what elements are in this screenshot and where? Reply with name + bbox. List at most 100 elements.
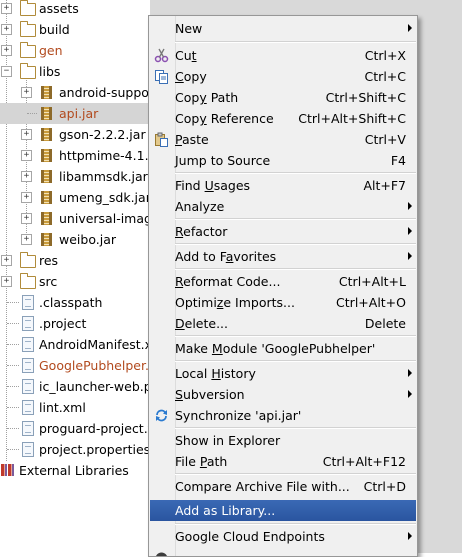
- tree-item-label: android-suppo: [59, 82, 149, 103]
- tree-item-label: gen: [39, 40, 63, 61]
- tree-item-universal-image[interactable]: + universal-image: [0, 208, 150, 229]
- menu-item-shortcut: Ctrl+V: [365, 129, 406, 150]
- menu-item-cut[interactable]: Cut Ctrl+X: [150, 45, 416, 66]
- tree-item-weibo[interactable]: + weibo.jar: [0, 229, 150, 250]
- folder-icon: [20, 45, 36, 58]
- jar-icon: [41, 191, 52, 204]
- menu-item-analyze[interactable]: Analyze: [150, 196, 416, 217]
- tree-item-libammsdk[interactable]: + libammsdk.jar: [0, 166, 150, 187]
- menu-separator: [175, 243, 416, 245]
- menu-item-label: Paste: [175, 129, 209, 150]
- tree-item-label: weibo.jar: [59, 229, 116, 250]
- project-tree[interactable]: + assets + build + gen − libs + android-…: [0, 0, 150, 553]
- tree-item-api-jar[interactable]: api.jar: [0, 103, 150, 124]
- tree-item-android-support[interactable]: + android-suppo: [0, 82, 150, 103]
- menu-item-add-to-favorites[interactable]: Add to Favorites: [150, 246, 416, 267]
- submenu-arrow-icon: [408, 24, 412, 32]
- menu-item-file-path[interactable]: File Path Ctrl+Alt+F12: [150, 451, 416, 472]
- jar-icon: [41, 107, 52, 120]
- menu-item-shortcut: Delete: [365, 313, 406, 334]
- tree-item-classpath[interactable]: .classpath: [0, 292, 150, 313]
- tree-item-label: universal-image: [59, 208, 150, 229]
- menu-item-shortcut: Ctrl+Alt+F12: [323, 451, 406, 472]
- tree-item-src[interactable]: + src: [0, 271, 150, 292]
- expand-toggle-icon[interactable]: +: [21, 192, 32, 203]
- menu-item-compare-archive[interactable]: Compare Archive File with... Ctrl+D: [150, 476, 416, 497]
- tree-item-assets[interactable]: + assets: [0, 0, 150, 19]
- menu-separator: [175, 172, 416, 174]
- menu-item-google-cloud-endpoints[interactable]: Google Cloud Endpoints: [150, 526, 416, 547]
- tree-item-gson[interactable]: + gson-2.2.2.jar: [0, 124, 150, 145]
- menu-separator: [175, 218, 416, 220]
- tree-item-label: libammsdk.jar: [59, 166, 148, 187]
- expand-toggle-icon[interactable]: +: [1, 45, 12, 56]
- tree-item-gen[interactable]: + gen: [0, 40, 150, 61]
- tree-item-external-libraries[interactable]: External Libraries: [0, 460, 150, 481]
- expand-toggle-icon[interactable]: +: [1, 3, 12, 14]
- tree-item-label: api.jar: [59, 103, 98, 124]
- tree-item-httpmime[interactable]: + httpmime-4.1.2.: [0, 145, 150, 166]
- menu-separator: [175, 41, 416, 43]
- tree-item-label: libs: [39, 61, 60, 82]
- folder-icon: [20, 3, 36, 16]
- submenu-arrow-icon: [408, 532, 412, 540]
- collapse-toggle-icon[interactable]: −: [1, 66, 12, 77]
- context-menu[interactable]: New Cut Ctrl+X Copy Ctrl+C Copy Path Ctr…: [148, 15, 418, 557]
- expand-toggle-icon[interactable]: +: [21, 87, 32, 98]
- folder-icon: [20, 255, 36, 268]
- expand-toggle-icon[interactable]: +: [21, 150, 32, 161]
- menu-item-label: Google Cloud Endpoints: [175, 526, 325, 547]
- menu-item-jump-to-source[interactable]: Jump to Source F4: [150, 150, 416, 171]
- expand-toggle-icon[interactable]: +: [1, 255, 12, 266]
- menu-item-new[interactable]: New: [150, 18, 416, 39]
- tree-item-label: project.properties: [39, 439, 150, 460]
- menu-item-show-in-explorer[interactable]: Show in Explorer: [150, 430, 416, 451]
- menu-item-shortcut: F4: [391, 150, 406, 171]
- jar-icon: [41, 233, 52, 246]
- menu-item-paste[interactable]: Paste Ctrl+V: [150, 129, 416, 150]
- tree-connector: [7, 365, 19, 366]
- expand-toggle-icon[interactable]: +: [21, 171, 32, 182]
- expand-toggle-icon[interactable]: +: [1, 24, 12, 35]
- expand-toggle-icon[interactable]: +: [21, 213, 32, 224]
- menu-item-make-module[interactable]: Make Module 'GooglePubhelper': [150, 338, 416, 359]
- tree-item-ic-launcher-web[interactable]: ic_launcher-web.pn: [0, 376, 150, 397]
- tree-item-googlepubhelper-iml[interactable]: GooglePubhelper.i: [0, 355, 150, 376]
- menu-item-label: Local History: [175, 363, 256, 384]
- menu-item-synchronize[interactable]: Synchronize 'api.jar': [150, 405, 416, 426]
- menu-item-add-as-library[interactable]: Add as Library...: [150, 500, 416, 521]
- tree-item-project-properties[interactable]: project.properties: [0, 439, 150, 460]
- tree-item-umeng-sdk[interactable]: + umeng_sdk.jar: [0, 187, 150, 208]
- partial-item-icon: [154, 551, 169, 557]
- menu-item-shortcut: Ctrl+Alt+O: [336, 292, 406, 313]
- menu-item-optimize-imports[interactable]: Optimize Imports... Ctrl+Alt+O: [150, 292, 416, 313]
- menu-item-subversion[interactable]: Subversion: [150, 384, 416, 405]
- tree-item-lint-xml[interactable]: lint.xml: [0, 397, 150, 418]
- tree-item-res[interactable]: + res: [0, 250, 150, 271]
- tree-item-label: .classpath: [39, 292, 102, 313]
- submenu-arrow-icon: [408, 252, 412, 260]
- expand-toggle-icon[interactable]: +: [1, 276, 12, 287]
- menu-item-local-history[interactable]: Local History: [150, 363, 416, 384]
- expand-toggle-icon[interactable]: +: [21, 234, 32, 245]
- menu-item-label: Copy Path: [175, 87, 238, 108]
- menu-item-shortcut: Ctrl+X: [365, 45, 406, 66]
- jar-icon: [41, 149, 52, 162]
- tree-item-project[interactable]: .project: [0, 313, 150, 334]
- menu-item-refactor[interactable]: Refactor: [150, 221, 416, 242]
- tree-item-build[interactable]: + build: [0, 19, 150, 40]
- menu-item-delete[interactable]: Delete... Delete: [150, 313, 416, 334]
- submenu-arrow-icon: [408, 202, 412, 210]
- menu-item-reformat-code[interactable]: Reformat Code... Ctrl+Alt+L: [150, 271, 416, 292]
- menu-item-copy[interactable]: Copy Ctrl+C: [150, 66, 416, 87]
- menu-item-shortcut: Ctrl+Shift+C: [326, 87, 406, 108]
- tree-item-proguard-project[interactable]: proguard-project.t: [0, 418, 150, 439]
- tree-item-android-manifest[interactable]: AndroidManifest.xn: [0, 334, 150, 355]
- expand-toggle-icon[interactable]: +: [21, 129, 32, 140]
- tree-item-libs[interactable]: − libs: [0, 61, 150, 82]
- folder-icon: [20, 24, 36, 37]
- menu-item-copy-reference[interactable]: Copy Reference Ctrl+Alt+Shift+C: [150, 108, 416, 129]
- menu-item-copy-path[interactable]: Copy Path Ctrl+Shift+C: [150, 87, 416, 108]
- tree-item-label: src: [39, 271, 57, 292]
- menu-item-find-usages[interactable]: Find Usages Alt+F7: [150, 175, 416, 196]
